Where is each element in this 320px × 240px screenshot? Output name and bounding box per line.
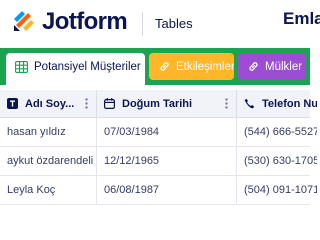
table-cell[interactable]: aykut özdarendeli	[0, 147, 97, 175]
header-divider	[142, 12, 143, 36]
table-row[interactable]: aykut özdarendeli 12/12/1965 (530) 630-1…	[0, 147, 317, 176]
table-cell[interactable]: 12/12/1965	[97, 147, 237, 175]
phone-icon	[244, 98, 255, 109]
column-menu-icon[interactable]	[225, 98, 228, 109]
link-icon	[160, 62, 169, 71]
table-cell[interactable]: (544) 666-5527	[237, 118, 317, 146]
column-header-label: Adı Soy...	[25, 97, 75, 110]
column-menu-icon[interactable]	[85, 98, 88, 109]
table-row[interactable]: Leyla Koç 06/08/1987 (504) 091-1071	[0, 176, 317, 205]
tab-label: Potansiyel Müşteriler	[34, 60, 141, 73]
product-name: Tables	[155, 16, 193, 31]
column-header-phone[interactable]: Telefon Nu	[237, 90, 317, 117]
table-cell[interactable]: 06/08/1987	[97, 176, 237, 204]
table-cell[interactable]: hasan yıldız	[0, 118, 97, 146]
brand-name[interactable]: Jotform	[42, 7, 128, 37]
table-tabbar: Potansiyel Müşteriler ••• Etkileşimler M…	[0, 48, 310, 85]
tab-label: Mülkler	[265, 60, 303, 73]
calendar-icon	[104, 98, 115, 109]
column-header-label: Telefon Nu	[262, 97, 317, 110]
link-icon	[249, 62, 258, 71]
tab-label: Etkileşimler	[176, 60, 234, 73]
table-title[interactable]: Emla	[283, 9, 320, 29]
table-grid-icon	[15, 60, 28, 73]
text-type-icon	[7, 98, 18, 109]
table-cell[interactable]: 07/03/1984	[97, 118, 237, 146]
tab-potansiyel-musteriler[interactable]: Potansiyel Müşteriler •••	[6, 53, 145, 85]
table-header-row: Adı Soy... Doğum Tarihi Telefon Nu	[0, 90, 317, 118]
column-header-name[interactable]: Adı Soy...	[0, 90, 97, 117]
table-cell[interactable]: (530) 630-1705	[237, 147, 317, 175]
jotform-logo-icon[interactable]	[12, 9, 36, 33]
table-cell[interactable]: (504) 091-1071	[237, 176, 317, 204]
column-header-birthdate[interactable]: Doğum Tarihi	[97, 90, 237, 117]
tab-etkilesimler[interactable]: Etkileşimler	[149, 53, 234, 80]
app-header: Jotform Tables Emla	[0, 0, 320, 48]
tab-mulkler[interactable]: Mülkler	[238, 53, 306, 80]
column-header-label: Doğum Tarihi	[122, 97, 193, 110]
table-row[interactable]: hasan yıldız 07/03/1984 (544) 666-5527	[0, 118, 317, 147]
table-cell[interactable]: Leyla Koç	[0, 176, 97, 204]
